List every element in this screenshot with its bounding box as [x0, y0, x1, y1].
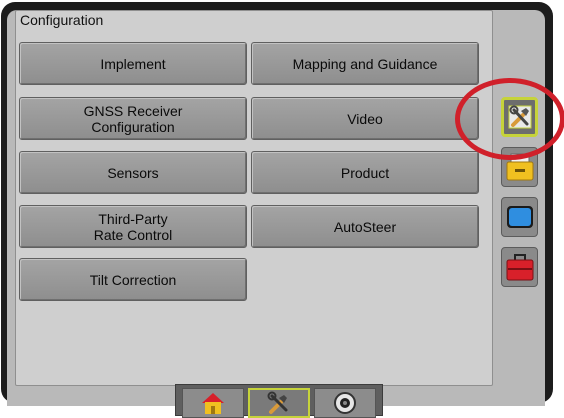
implement-button[interactable]: Implement — [19, 42, 247, 85]
mapping-guidance-button[interactable]: Mapping and Guidance — [251, 42, 479, 85]
screen: Configuration Implement Mapping and Guid… — [7, 10, 564, 418]
sidebar-tab-tools[interactable] — [501, 247, 538, 287]
sensors-button[interactable]: Sensors — [19, 151, 247, 194]
video-button[interactable]: Video — [251, 97, 479, 140]
highlight-circle — [455, 78, 564, 160]
gauge-icon — [334, 392, 356, 414]
product-button[interactable]: Product — [251, 151, 479, 194]
tools-icon — [267, 391, 288, 414]
bottom-tab-configuration[interactable] — [248, 388, 310, 418]
toolbox-icon — [506, 254, 533, 281]
tilt-correction-button[interactable]: Tilt Correction — [19, 258, 247, 301]
bottom-tab-guidance[interactable] — [314, 388, 376, 418]
screen-icon — [506, 206, 533, 228]
panel-title: Configuration — [20, 12, 104, 28]
autosteer-button[interactable]: AutoSteer — [251, 205, 479, 248]
home-icon — [202, 393, 224, 414]
bottom-tab-home[interactable] — [182, 388, 244, 418]
third-party-rate-control-button[interactable]: Third-Party Rate Control — [19, 205, 247, 248]
bottom-nav — [175, 384, 383, 418]
sidebar-tab-display[interactable] — [501, 197, 538, 237]
configuration-panel: Configuration Implement Mapping and Guid… — [15, 10, 493, 386]
device-frame: Configuration Implement Mapping and Guid… — [1, 2, 564, 418]
gnss-receiver-configuration-button[interactable]: GNSS Receiver Configuration — [19, 97, 247, 140]
